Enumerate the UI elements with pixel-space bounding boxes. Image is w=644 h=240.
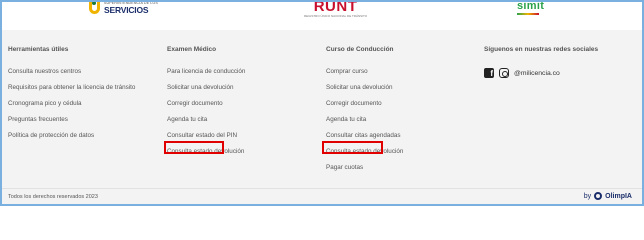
runt-logo-text: RUNT — [313, 0, 358, 15]
by-label: by — [583, 192, 592, 200]
footer-column-title: Herramientas útiles — [8, 46, 69, 53]
instagram-icon[interactable] — [499, 68, 509, 78]
developer-credit[interactable]: by OlimpIA — [584, 192, 632, 200]
footer-column-herramientas: Herramientas útiles Consulta nuestros ce… — [8, 46, 135, 147]
olimpia-logo-icon — [594, 192, 603, 200]
simit-logo-bar — [517, 13, 539, 15]
footer-column-title: Examen Médico — [167, 46, 217, 53]
footer-link-requisitos-licencia[interactable]: Requisitos para obtener la licencia de t… — [8, 83, 135, 99]
footer-link-corregir-documento[interactable]: Corregir documento — [326, 99, 403, 115]
highlight-agenda-cita-curso — [322, 141, 383, 154]
footer-link-pagar-cuotas[interactable]: Pagar cuotas — [326, 163, 403, 179]
social-links: f @milicencia.co — [484, 68, 598, 78]
footer-link-consulta-centros[interactable]: Consulta nuestros centros — [8, 67, 135, 83]
footer-link-corregir-documento[interactable]: Corregir documento — [167, 99, 245, 115]
site-footer: Herramientas útiles Consulta nuestros ce… — [0, 30, 644, 188]
footer-column-title: Curso de Conducción — [326, 46, 394, 53]
runt-logo-subtitle: REGISTRO ÚNICO NACIONAL DE TRÁNSITO — [304, 14, 368, 18]
footer-link-solicitar-devolucion[interactable]: Solicitar una devolución — [326, 83, 403, 99]
simit-logo-text: simit — [517, 0, 545, 12]
footer-link-cronograma[interactable]: Cronograma pico y cédula — [8, 99, 135, 115]
footer-link-agenda-cita-curso[interactable]: Agenda tu cita — [326, 115, 403, 131]
footer-link-list: Comprar curso Solicitar una devolución C… — [326, 67, 403, 179]
highlight-agenda-cita-examen — [164, 141, 224, 154]
footer-link-solicitar-devolucion[interactable]: Solicitar una devolución — [167, 83, 245, 99]
footer-link-comprar-curso[interactable]: Comprar curso — [326, 67, 403, 83]
copyright-text: Todos los derechos reservados 2023 — [8, 194, 98, 200]
footer-link-list: Consulta nuestros centros Requisitos par… — [8, 67, 135, 147]
runt-logo[interactable]: RUNT REGISTRO ÚNICO NACIONAL DE TRÁNSITO — [304, 0, 367, 18]
facebook-icon[interactable]: f — [484, 68, 494, 78]
partner-logos-bar: SUPERINTENDENCIA DE LOS SERVICIOS RUNT R… — [0, 0, 644, 26]
footer-link-preguntas[interactable]: Preguntas frecuentes — [8, 115, 135, 131]
footer-link-licencia-conduccion[interactable]: Para licencia de conducción — [167, 67, 245, 83]
social-handle[interactable]: @milicencia.co — [514, 70, 560, 77]
footer-link-politica-datos[interactable]: Política de protección de datos — [8, 131, 135, 147]
footer-column-title: Síguenos en nuestras redes sociales — [484, 46, 599, 53]
superservicios-mark-icon — [88, 1, 101, 15]
footer-bottom-bar: Todos los derechos reservados 2023 by Ol… — [0, 188, 644, 206]
superservicios-logo-text: SERVICIOS — [104, 4, 149, 15]
footer-column-redes-sociales: Síguenos en nuestras redes sociales f @m… — [484, 46, 598, 78]
footer-link-agenda-cita-examen[interactable]: Agenda tu cita — [167, 115, 245, 131]
simit-logo[interactable]: simit — [517, 0, 544, 15]
olimpia-brand-name: OlimpIA — [605, 192, 632, 200]
superservicios-logo[interactable]: SUPERINTENDENCIA DE LOS SERVICIOS — [88, 1, 158, 15]
footer-column-curso-conduccion: Curso de Conducción Comprar curso Solici… — [326, 46, 403, 179]
